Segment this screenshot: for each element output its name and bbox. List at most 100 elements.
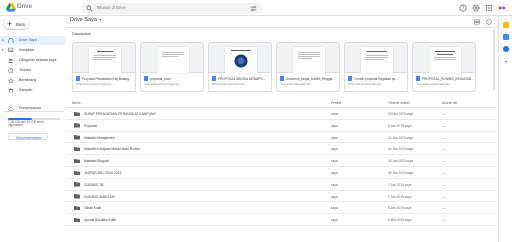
table-row[interactable]: Proposal saya 8 Jan 2019 saya — bbox=[66, 120, 496, 132]
top-bar: Drive Telusuri di Drive ? bbox=[0, 0, 512, 16]
search-icon[interactable] bbox=[86, 4, 93, 12]
file-thumbnail bbox=[413, 43, 475, 73]
toolbar-divider bbox=[66, 27, 498, 28]
folder-icon bbox=[74, 170, 80, 175]
file-thumbnail bbox=[73, 43, 135, 73]
info-icon[interactable] bbox=[486, 19, 492, 25]
sidebar-item-storage[interactable]: Penyimpanan bbox=[0, 104, 66, 113]
card-subtitle: Yang Anda sunting minggu lalu bbox=[76, 82, 112, 86]
scrollbar[interactable] bbox=[493, 30, 495, 90]
file-size: — bbox=[442, 112, 446, 116]
search-options-icon[interactable] bbox=[250, 5, 257, 12]
caret-right-icon[interactable]: ▸ bbox=[2, 38, 4, 42]
new-button-label: Baru bbox=[16, 21, 26, 27]
help-icon[interactable]: ? bbox=[459, 4, 467, 12]
file-modified: 5 Mei 2020 saya bbox=[388, 218, 412, 223]
plus-icon: + bbox=[7, 18, 13, 29]
buy-storage-button[interactable]: Beli penyimpanan bbox=[8, 133, 48, 140]
file-size: — bbox=[442, 123, 446, 128]
card-title: Proposal Penawaran Kerj Bidang... bbox=[82, 76, 132, 81]
breadcrumb[interactable]: Drive Saya ▾ bbox=[70, 17, 102, 23]
sidebar-item-computers[interactable]: ▸ Komputer bbox=[0, 46, 66, 55]
suggested-file-card[interactable]: PROPOSAL_KUNING_KEGIATAN... Yang Anda su… bbox=[412, 42, 476, 92]
document-preview bbox=[89, 47, 121, 73]
table-row[interactable]: Makalah Kerajaan Masa Hindu Budha saya 24 … bbox=[66, 143, 496, 156]
file-name: GUDANG 1B bbox=[84, 182, 104, 187]
card-subtitle: Yang Anda buka bulan lalu bbox=[280, 82, 311, 86]
table-row[interactable]: GUDANG AMAN JAY saya 7 Jan 2019 saya — bbox=[66, 191, 496, 203]
document-preview bbox=[429, 47, 461, 73]
table-row[interactable]: SURAT PERNYATAAN PERANGKAT KAMPUNG saya 29… bbox=[66, 108, 496, 120]
file-name: SURAT PERNYATAAN PERANGKAT KAMPUNG bbox=[84, 112, 156, 116]
computer-icon bbox=[8, 47, 14, 52]
suggested-file-card[interactable]: PROPOSAL ABDIDA DEWAPO... Sering Anda bu… bbox=[208, 42, 272, 92]
suggested-file-card[interactable]: Proposal Penawaran Kerj Bidang... Yang A… bbox=[72, 42, 136, 92]
sidebar-item-trash[interactable]: Sampah bbox=[0, 86, 66, 95]
sidebar-item-label: Drive Saya bbox=[19, 38, 37, 43]
search-placeholder: Telusuri di Drive bbox=[96, 4, 126, 10]
sidebar-item-starred[interactable]: Berbintang bbox=[0, 76, 66, 85]
table-row[interactable]: Tobati Kosti saya 6 Jan 2019 saya — bbox=[66, 202, 496, 215]
file-modified: 7 Jan 2019 saya bbox=[388, 182, 412, 187]
card-subtitle: Yang Anda sunting bulan lalu bbox=[416, 82, 450, 86]
sidebar-item-recent[interactable]: Terbaru bbox=[0, 66, 66, 75]
keep-icon[interactable] bbox=[503, 22, 509, 28]
settings-icon[interactable] bbox=[472, 4, 480, 12]
column-header-name[interactable]: Nama ↓ bbox=[72, 101, 84, 105]
docs-file-icon bbox=[416, 76, 420, 81]
file-modified: 8 Jan 2019 saya bbox=[388, 123, 412, 128]
folder-icon bbox=[74, 194, 80, 199]
sidebar-item-label: Sampah bbox=[19, 88, 33, 93]
account-avatar-icon[interactable] bbox=[497, 3, 507, 13]
new-button[interactable]: + Baru bbox=[4, 19, 29, 29]
drive-logo-icon[interactable] bbox=[6, 3, 16, 12]
folder-icon bbox=[74, 123, 80, 128]
calendar-icon[interactable] bbox=[503, 34, 509, 40]
apps-grid-icon[interactable] bbox=[485, 4, 493, 12]
file-size: — bbox=[442, 182, 446, 187]
sidebar-item-my-drive[interactable]: ▸ Drive Saya bbox=[0, 36, 66, 45]
document-preview bbox=[157, 47, 189, 73]
folder-icon bbox=[74, 205, 80, 211]
app-title: Drive bbox=[17, 3, 33, 10]
file-thumbnail bbox=[345, 43, 407, 73]
list-view-icon[interactable] bbox=[474, 19, 480, 25]
trash-icon bbox=[8, 87, 13, 93]
suggested-file-card[interactable]: Dokumen_tanpa_NAMA_Ringga... Yang Anda b… bbox=[276, 42, 340, 92]
sidebar-item-label: Berbintang bbox=[19, 78, 37, 83]
docs-file-icon bbox=[348, 76, 352, 81]
file-name: GUDANG AMAN JAY bbox=[84, 194, 116, 199]
file-owner: saya bbox=[331, 112, 338, 116]
add-addon-icon[interactable]: + bbox=[503, 60, 509, 66]
sidebar-item-shared-with-me[interactable]: Dibagikan kepada saya bbox=[0, 56, 66, 65]
document-preview bbox=[361, 47, 393, 73]
suggested-file-card[interactable]: Contoh proposal Kegiatan pu... Yang Anda… bbox=[344, 42, 408, 92]
table-row[interactable]: Makalah Biografi saya 24 Jan 2019 saya — bbox=[66, 155, 496, 167]
table-row[interactable]: JASPAR 2BC 27BU 2023 saya 30 Jan 2019 saya… bbox=[66, 167, 496, 179]
storage-usage-text: 7,06 GB dari 15 GB telah digunakan bbox=[8, 119, 44, 128]
column-header-owner[interactable]: Pemilik bbox=[331, 101, 341, 105]
folder-icon bbox=[74, 135, 80, 140]
table-row[interactable]: Apunia Bolukiko Kutik saya 5 Mei 2020 saya… bbox=[66, 214, 496, 226]
docs-file-icon bbox=[212, 76, 216, 81]
file-owner: saya bbox=[331, 135, 338, 140]
column-header-size[interactable]: Ukuran file bbox=[442, 101, 457, 105]
file-owner: saya bbox=[331, 123, 338, 128]
side-panel-rail: + bbox=[498, 16, 512, 242]
tasks-icon[interactable] bbox=[503, 46, 509, 52]
file-modified: 30 Jan 2019 saya bbox=[388, 171, 414, 175]
file-name: Makalah Biografi bbox=[84, 159, 109, 164]
caret-right-icon[interactable]: ▸ bbox=[2, 48, 4, 52]
file-name: JASPAR 2BC 27BU 2023 bbox=[84, 171, 122, 175]
search-input[interactable]: Telusuri di Drive bbox=[82, 2, 262, 14]
column-header-modified[interactable]: Terakhir diubah bbox=[388, 101, 410, 105]
file-modified: 24 Jan 2019 saya bbox=[388, 147, 414, 152]
file-size: — bbox=[442, 171, 446, 175]
table-row[interactable]: GUDANG 1B saya 7 Jan 2019 saya — bbox=[66, 179, 496, 191]
table-row[interactable]: Makalah Manajemen saya 24 Jan 2019 saya — bbox=[66, 132, 496, 144]
file-owner: saya bbox=[331, 159, 338, 164]
folder-icon bbox=[74, 182, 80, 187]
cloud-icon bbox=[8, 106, 14, 111]
suggested-file-card[interactable]: proposal_sooo Yang Anda sunting minggu l… bbox=[140, 42, 204, 92]
card-subtitle: Yang Anda sunting minggu lalu bbox=[144, 82, 180, 86]
